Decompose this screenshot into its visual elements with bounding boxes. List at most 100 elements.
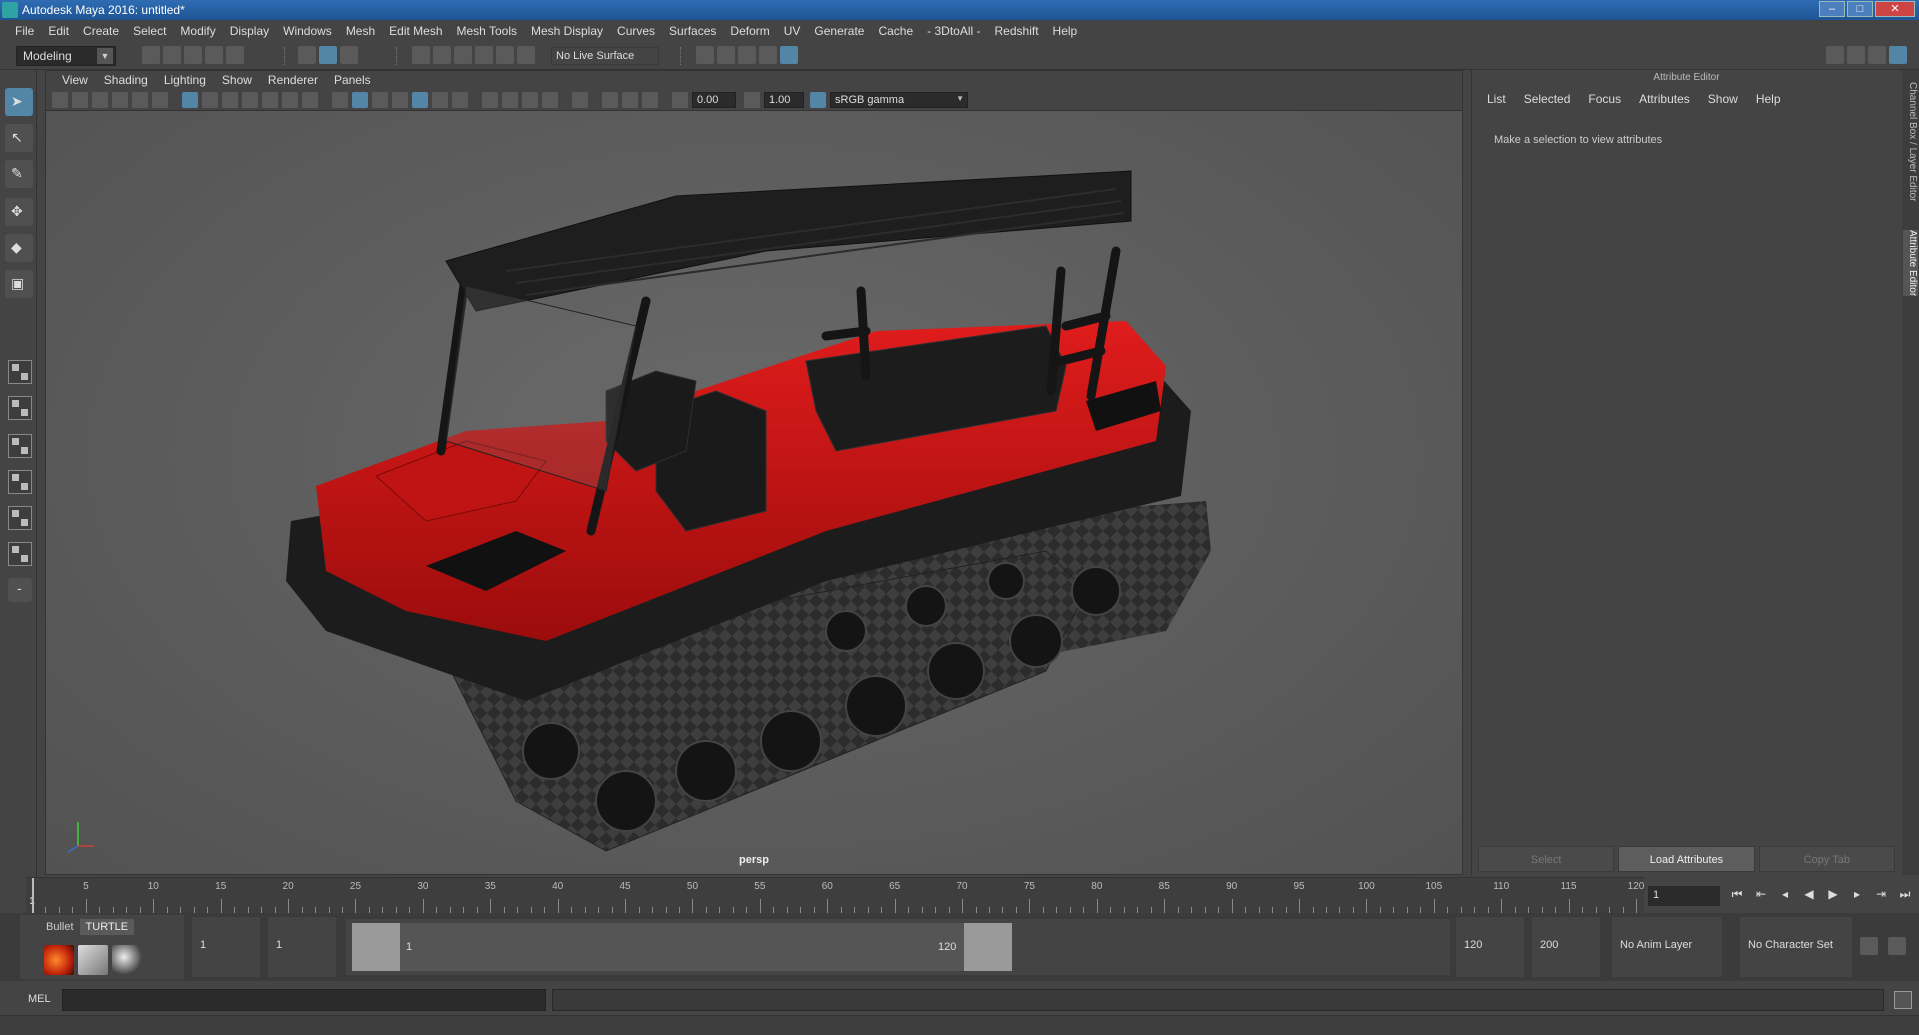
menu-help[interactable]: Help [1046, 24, 1085, 38]
wireframe-on-shaded-icon[interactable] [372, 92, 388, 108]
redo-icon[interactable] [226, 46, 244, 64]
menu-redshift[interactable]: Redshift [988, 24, 1046, 38]
render-view-icon[interactable] [696, 46, 714, 64]
scale-tool-icon[interactable]: ▣ [5, 270, 33, 298]
menu-generate[interactable]: Generate [807, 24, 871, 38]
ae-menu-selected[interactable]: Selected [1515, 92, 1580, 112]
menu-modify[interactable]: Modify [173, 24, 222, 38]
camera-icon[interactable] [52, 92, 68, 108]
menu-surfaces[interactable]: Surfaces [662, 24, 723, 38]
wireframe-icon[interactable] [332, 92, 348, 108]
ae-menu-attributes[interactable]: Attributes [1630, 92, 1699, 112]
time-ruler[interactable]: 1510152025303540455055606570758085909510… [26, 877, 1644, 914]
smooth-shade-icon[interactable] [352, 92, 368, 108]
xray-active-icon[interactable] [622, 92, 638, 108]
gamma-field[interactable]: 1.00 [764, 92, 804, 108]
render-settings-icon[interactable] [759, 46, 777, 64]
hypershade-icon[interactable] [780, 46, 798, 64]
snap-grid-icon[interactable] [412, 46, 430, 64]
make-live-icon[interactable] [517, 46, 535, 64]
shelf-tab-turtle[interactable]: TURTLE [79, 919, 135, 935]
animation-preferences-icon[interactable] [1888, 937, 1906, 955]
tab-channel-box[interactable]: Channel Box / Layer Editor [1903, 82, 1918, 202]
menu-curves[interactable]: Curves [610, 24, 662, 38]
range-start-handle[interactable] [352, 923, 400, 971]
copy-tab-button[interactable]: Copy Tab [1758, 846, 1895, 872]
safe-action-icon[interactable] [282, 92, 298, 108]
menu-select[interactable]: Select [126, 24, 173, 38]
screen-space-ao-icon[interactable] [482, 92, 498, 108]
menu-uv[interactable]: UV [777, 24, 808, 38]
maximize-button[interactable]: □ [1847, 1, 1873, 17]
anti-aliasing-icon[interactable] [522, 92, 538, 108]
turtle-sphere-icon[interactable] [112, 945, 142, 975]
grid-icon[interactable] [182, 92, 198, 108]
move-tool-icon[interactable]: ✥ [5, 198, 33, 226]
step-forward-frame-icon[interactable]: ▸ [1848, 885, 1866, 903]
viewport-menu-lighting[interactable]: Lighting [156, 73, 214, 87]
viewport-menu-view[interactable]: View [54, 73, 96, 87]
menu-mesh-display[interactable]: Mesh Display [524, 24, 610, 38]
live-surface-field[interactable]: No Live Surface [551, 47, 659, 65]
range-slider[interactable]: 1 120 [346, 919, 1450, 975]
lasso-tool-icon[interactable]: ↖ [5, 124, 33, 152]
viewport-menu-panels[interactable]: Panels [326, 73, 379, 87]
minimize-button[interactable]: – [1819, 1, 1845, 17]
step-back-frame-icon[interactable]: ◂ [1776, 885, 1794, 903]
attribute-editor-toggle-icon[interactable] [1847, 46, 1865, 64]
snap-curve-icon[interactable] [433, 46, 451, 64]
gamma-icon[interactable] [744, 92, 760, 108]
ae-menu-help[interactable]: Help [1747, 92, 1790, 112]
tool-settings-icon[interactable] [1868, 46, 1886, 64]
step-back-key-icon[interactable]: ⇤ [1752, 885, 1770, 903]
script-editor-icon[interactable] [1894, 991, 1912, 1009]
save-scene-icon[interactable] [184, 46, 202, 64]
snap-view-plane-icon[interactable] [475, 46, 493, 64]
step-forward-key-icon[interactable]: ⇥ [1872, 885, 1890, 903]
gate-mask-icon[interactable] [242, 92, 258, 108]
menu-set-dropdown[interactable]: Modeling ▼ [16, 46, 116, 66]
persp-outliner-layout-icon[interactable] [8, 434, 32, 458]
current-time-marker[interactable] [32, 878, 34, 914]
2d-pan-zoom-icon[interactable] [132, 92, 148, 108]
auto-key-icon[interactable] [1860, 937, 1878, 955]
menu-3dtoall[interactable]: - 3DtoAll - [920, 24, 987, 38]
exposure-icon[interactable] [672, 92, 688, 108]
use-all-lights-icon[interactable] [432, 92, 448, 108]
open-scene-icon[interactable] [163, 46, 181, 64]
motion-blur-icon[interactable] [502, 92, 518, 108]
isolate-select-icon[interactable] [572, 92, 588, 108]
menu-deform[interactable]: Deform [723, 24, 776, 38]
menu-mesh-tools[interactable]: Mesh Tools [450, 24, 524, 38]
depth-of-field-icon[interactable] [542, 92, 558, 108]
viewport-menu-show[interactable]: Show [214, 73, 260, 87]
snap-point-icon[interactable] [454, 46, 472, 64]
more-layouts-icon[interactable]: - [8, 578, 32, 602]
new-scene-icon[interactable] [142, 46, 160, 64]
undo-icon[interactable] [205, 46, 223, 64]
go-to-end-icon[interactable]: ⏭ [1896, 885, 1914, 903]
select-tool-icon[interactable]: ➤ [5, 88, 33, 116]
select-hierarchy-icon[interactable] [298, 46, 316, 64]
select-object-icon[interactable] [319, 46, 337, 64]
menu-display[interactable]: Display [223, 24, 276, 38]
paint-select-tool-icon[interactable]: ✎ [5, 160, 33, 188]
safe-title-icon[interactable] [302, 92, 318, 108]
rotate-tool-icon[interactable]: ◆ [5, 234, 33, 262]
playback-end-field[interactable]: 120 [1456, 917, 1524, 977]
exposure-field[interactable]: 0.00 [692, 92, 736, 108]
viewport-canvas[interactable]: persp [46, 111, 1462, 874]
xray-icon[interactable] [392, 92, 408, 108]
ae-menu-show[interactable]: Show [1699, 92, 1747, 112]
viewport-menu-renderer[interactable]: Renderer [260, 73, 326, 87]
ae-select-button[interactable]: Select [1478, 846, 1615, 872]
animation-start-field[interactable]: 1 [192, 917, 260, 977]
custom-layout-icon[interactable] [8, 542, 32, 566]
render-frame-icon[interactable] [717, 46, 735, 64]
channel-box-toggle-icon[interactable] [1889, 46, 1907, 64]
image-plane-icon[interactable] [112, 92, 128, 108]
resolution-gate-icon[interactable] [222, 92, 238, 108]
xray-joints-icon[interactable] [602, 92, 618, 108]
animation-end-field[interactable]: 200 [1532, 917, 1600, 977]
current-frame-field[interactable]: 1 [1648, 886, 1720, 906]
